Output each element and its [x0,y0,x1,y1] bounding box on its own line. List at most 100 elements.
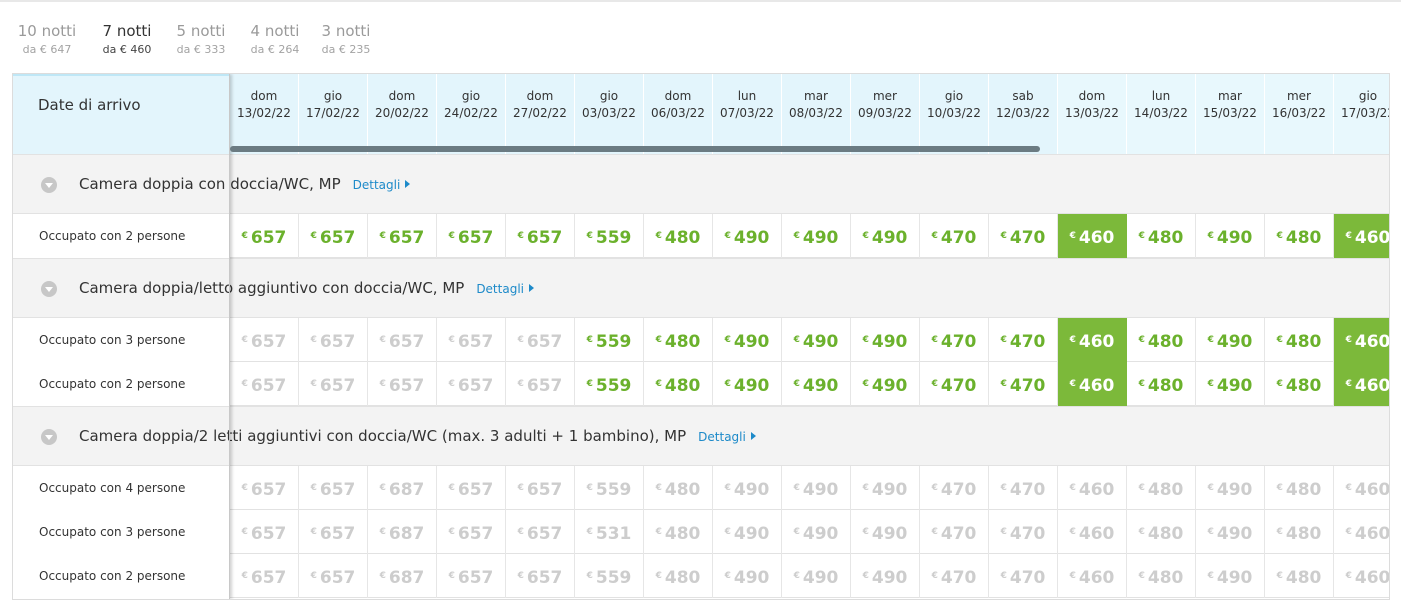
date-label: 24/02/22 [444,106,498,120]
price-value: 657 [526,480,563,500]
unavailable-price-cell: €480 [1127,554,1196,598]
price-value: 657 [250,480,287,500]
weekday-label: lun [737,89,757,103]
price-cells: €657 €657 €687 €657 €657 €559 €480 €490 €490 €490… [230,466,1389,510]
tab-5-notti[interactable]: 5 notti da € 333 [170,22,232,76]
currency-symbol: € [517,231,524,241]
price-cell[interactable]: €490 [782,362,851,406]
currency-symbol: € [310,527,317,537]
unavailable-price-cell: €657 [230,466,299,510]
best-price-cell[interactable]: €460 [1058,362,1127,406]
currency-symbol: € [1276,335,1283,345]
currency-symbol: € [1138,379,1145,389]
price-cell[interactable]: €470 [920,214,989,258]
price-cell[interactable]: €559 [575,362,644,406]
price-cells: €657 €657 €657 €657 €657 €559 €480 €490 €490 €490… [230,318,1389,362]
price-value: 480 [664,332,701,352]
price-cell[interactable]: €559 [575,318,644,362]
unavailable-price-cell: €470 [920,466,989,510]
currency-symbol: € [241,335,248,345]
price-cell[interactable]: €470 [920,362,989,406]
price-cell[interactable]: €490 [782,318,851,362]
price-cell[interactable]: €480 [1265,362,1334,406]
price-cell[interactable]: €480 [1127,362,1196,406]
tab-price-label: da € 647 [22,43,72,56]
tab-10-notti[interactable]: 10 notti da € 647 [12,22,82,76]
unavailable-price-cell: €687 [368,554,437,598]
price-value: 460 [1354,376,1390,396]
best-price-cell[interactable]: €460 [1334,318,1389,362]
weekday-label: dom [388,89,416,103]
best-price-cell[interactable]: €460 [1334,214,1389,258]
price-cell[interactable]: €490 [1196,318,1265,362]
price-value: 657 [319,376,356,396]
price-cells: €657 €657 €687 €657 €657 €559 €480 €490 €490 €490… [230,554,1389,598]
price-cell[interactable]: €490 [851,362,920,406]
price-cell[interactable]: €490 [782,214,851,258]
price-cell[interactable]: €480 [1127,214,1196,258]
price-cell[interactable]: €490 [713,362,782,406]
currency-symbol: € [448,527,455,537]
price-value: 657 [526,568,563,588]
best-price-cell[interactable]: €460 [1058,318,1127,362]
weekday-label: gio [1358,89,1378,103]
price-cell[interactable]: €470 [989,362,1058,406]
currency-symbol: € [241,483,248,493]
price-value: 480 [664,480,701,500]
tab-3-notti[interactable]: 3 notti da € 235 [316,22,376,76]
currency-symbol: € [586,527,593,537]
price-value: 490 [871,480,908,500]
price-value: 687 [388,568,425,588]
currency-symbol: € [1345,571,1352,581]
price-cell[interactable]: €480 [1265,214,1334,258]
weekday-label: dom [526,89,554,103]
price-value: 657 [319,228,356,248]
price-value: 657 [457,228,494,248]
price-cell[interactable]: €657 [506,214,575,258]
price-value: 490 [733,376,770,396]
price-cell[interactable]: €470 [989,214,1058,258]
price-cell[interactable]: €490 [1196,214,1265,258]
price-cell[interactable]: €480 [644,214,713,258]
price-cell[interactable]: €559 [575,214,644,258]
price-value: 657 [319,568,356,588]
weekday-label: mer [872,89,897,103]
price-cell[interactable]: €480 [1127,318,1196,362]
date-column-header: mer 09/03/22 [851,74,920,154]
price-cell[interactable]: €657 [299,214,368,258]
currency-symbol: € [1000,335,1007,345]
details-link[interactable]: Dettagli [476,282,534,296]
currency-symbol: € [1000,231,1007,241]
price-cell[interactable]: €490 [713,214,782,258]
price-value: 657 [457,332,494,352]
price-value: 480 [664,228,701,248]
price-cell[interactable]: €490 [851,318,920,362]
price-cell[interactable]: €480 [1265,318,1334,362]
best-price-cell[interactable]: €460 [1334,362,1390,406]
price-cell[interactable]: €657 [437,214,506,258]
price-cell[interactable]: €657 [230,214,299,258]
price-cell[interactable]: €490 [1196,362,1265,406]
price-cell[interactable]: €490 [713,318,782,362]
unavailable-price-cell: €490 [782,554,851,598]
currency-symbol: € [931,483,938,493]
details-link[interactable]: Dettagli [698,430,756,444]
currency-symbol: € [1207,231,1214,241]
price-cell[interactable]: €480 [644,318,713,362]
price-cell[interactable]: €657 [368,214,437,258]
price-value: 480 [1147,228,1184,248]
price-cell[interactable]: €480 [644,362,713,406]
price-value: 490 [802,332,839,352]
tab-7-notti[interactable]: 7 notti da € 460 [92,22,162,76]
unavailable-price-cell: €460 [1334,554,1389,598]
details-link[interactable]: Dettagli [353,178,411,192]
price-value: 480 [1285,228,1322,248]
horizontal-scrollbar[interactable] [230,146,1040,152]
price-cell[interactable]: €470 [989,318,1058,362]
best-price-cell[interactable]: €460 [1058,214,1127,258]
tab-4-notti[interactable]: 4 notti da € 264 [244,22,306,76]
price-cell[interactable]: €490 [851,214,920,258]
price-cell[interactable]: €470 [920,318,989,362]
unavailable-price-cell: €657 [506,510,575,554]
unavailable-price-cell: €657 [437,510,506,554]
